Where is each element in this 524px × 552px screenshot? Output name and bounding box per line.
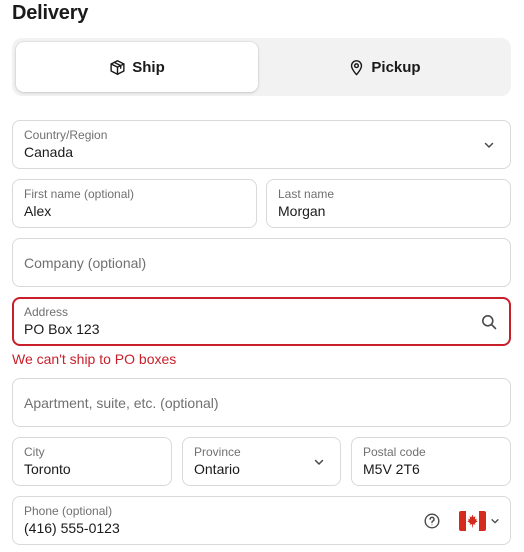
- pickup-option-label: Pickup: [371, 58, 421, 76]
- chevron-down-icon: [484, 142, 494, 148]
- address-value: PO Box 123: [24, 321, 100, 337]
- phone-field[interactable]: Phone (optional) (416) 555-0123: [12, 496, 511, 545]
- pickup-option[interactable]: Pickup: [262, 42, 507, 92]
- last-name-field[interactable]: Last name Morgan: [266, 179, 511, 228]
- company-placeholder: Company (optional): [24, 255, 147, 271]
- last-name-value: Morgan: [278, 203, 326, 219]
- country-value: Canada: [24, 144, 74, 160]
- ship-option[interactable]: Ship: [16, 42, 258, 92]
- chevron-down-icon[interactable]: [490, 516, 500, 526]
- canada-flag-icon[interactable]: [459, 511, 486, 531]
- first-name-field[interactable]: First name (optional) Alex: [12, 179, 257, 228]
- address-label: Address: [24, 305, 69, 319]
- first-name-value: Alex: [24, 203, 52, 219]
- maple-leaf-icon: [467, 514, 478, 528]
- city-label: City: [24, 445, 45, 459]
- country-label: Country/Region: [24, 128, 108, 142]
- province-select[interactable]: Province Ontario: [182, 437, 341, 486]
- province-label: Province: [194, 445, 241, 459]
- chevron-down-icon: [314, 459, 324, 465]
- delivery-method-toggle: Ship Pickup: [12, 38, 511, 96]
- apartment-field[interactable]: Apartment, suite, etc. (optional): [12, 378, 511, 427]
- package-icon: [110, 59, 125, 75]
- last-name-label: Last name: [278, 187, 335, 201]
- province-value: Ontario: [194, 461, 240, 477]
- postal-code-value: M5V 2T6: [363, 461, 420, 477]
- postal-code-label: Postal code: [363, 445, 426, 459]
- apartment-placeholder: Apartment, suite, etc. (optional): [24, 395, 219, 411]
- phone-label: Phone (optional): [24, 504, 113, 518]
- address-field[interactable]: Address PO Box 123: [12, 297, 511, 346]
- city-value: Toronto: [24, 461, 71, 477]
- search-icon[interactable]: [481, 314, 497, 330]
- ship-option-label: Ship: [132, 58, 165, 76]
- phone-value: (416) 555-0123: [24, 520, 120, 536]
- postal-code-field[interactable]: Postal code M5V 2T6: [351, 437, 511, 486]
- company-field[interactable]: Company (optional): [12, 238, 511, 287]
- location-pin-icon: [351, 59, 363, 75]
- city-field[interactable]: City Toronto: [12, 437, 172, 486]
- help-circle-icon[interactable]: [424, 513, 440, 529]
- address-error-message: We can't ship to PO boxes: [12, 351, 177, 367]
- section-title: Delivery: [12, 2, 89, 24]
- country-select[interactable]: Country/Region Canada: [12, 120, 511, 169]
- first-name-label: First name (optional): [24, 187, 135, 201]
